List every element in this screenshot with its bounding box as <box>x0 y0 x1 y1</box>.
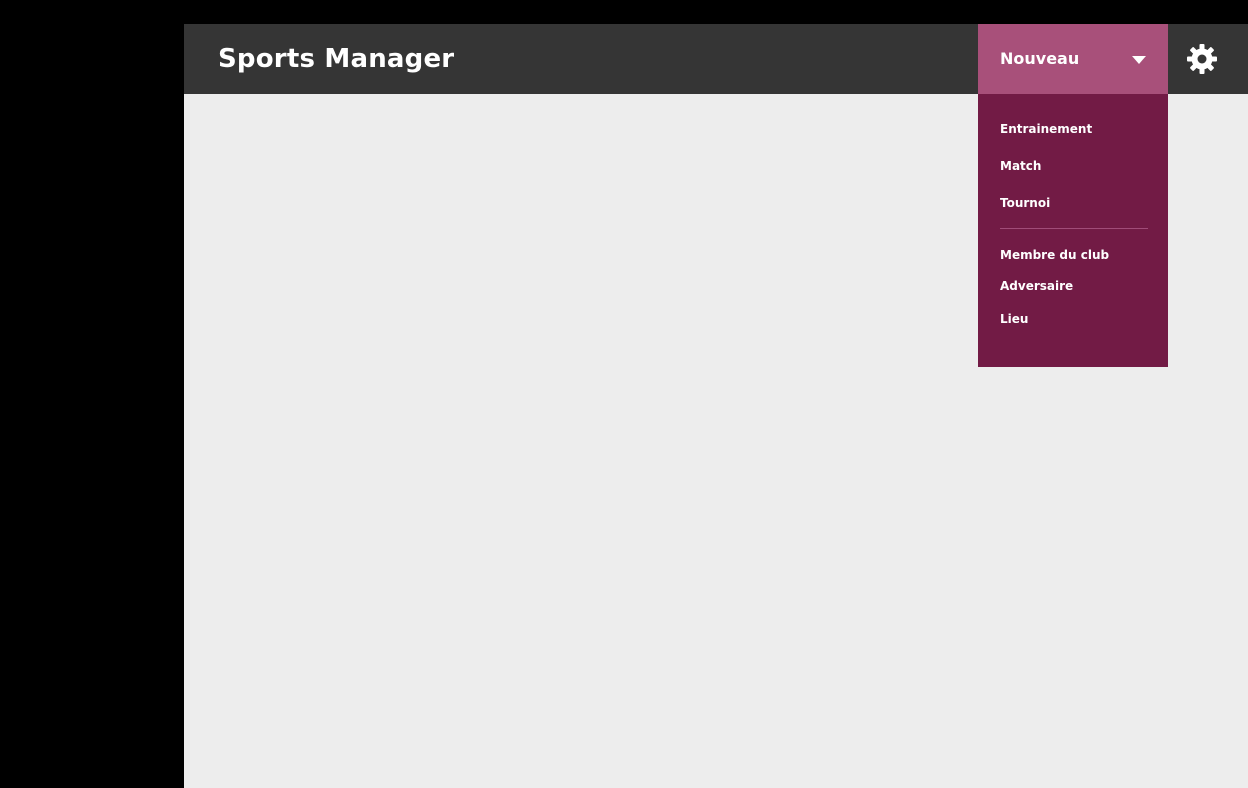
menu-item-match[interactable]: Match <box>1000 159 1041 173</box>
menu-item-entrainement[interactable]: Entrainement <box>1000 122 1092 136</box>
menu-item-adversaire[interactable]: Adversaire <box>1000 279 1073 293</box>
chevron-down-icon <box>1132 56 1146 64</box>
menu-item-membre-du-club[interactable]: Membre du club <box>1000 248 1109 262</box>
new-button-label: Nouveau <box>1000 49 1080 68</box>
settings-button[interactable] <box>1184 41 1220 77</box>
app-title: Sports Manager <box>218 44 455 74</box>
app-window: Sports Manager Nouveau Entrainement Matc… <box>184 24 1248 788</box>
new-dropdown-button[interactable]: Nouveau <box>978 24 1168 94</box>
menu-item-tournoi[interactable]: Tournoi <box>1000 196 1050 210</box>
header-bar: Sports Manager Nouveau <box>184 24 1248 94</box>
menu-divider <box>1000 228 1148 229</box>
gear-icon <box>1187 44 1217 74</box>
menu-item-lieu[interactable]: Lieu <box>1000 312 1028 326</box>
new-dropdown-menu: Entrainement Match Tournoi Membre du clu… <box>978 94 1168 367</box>
